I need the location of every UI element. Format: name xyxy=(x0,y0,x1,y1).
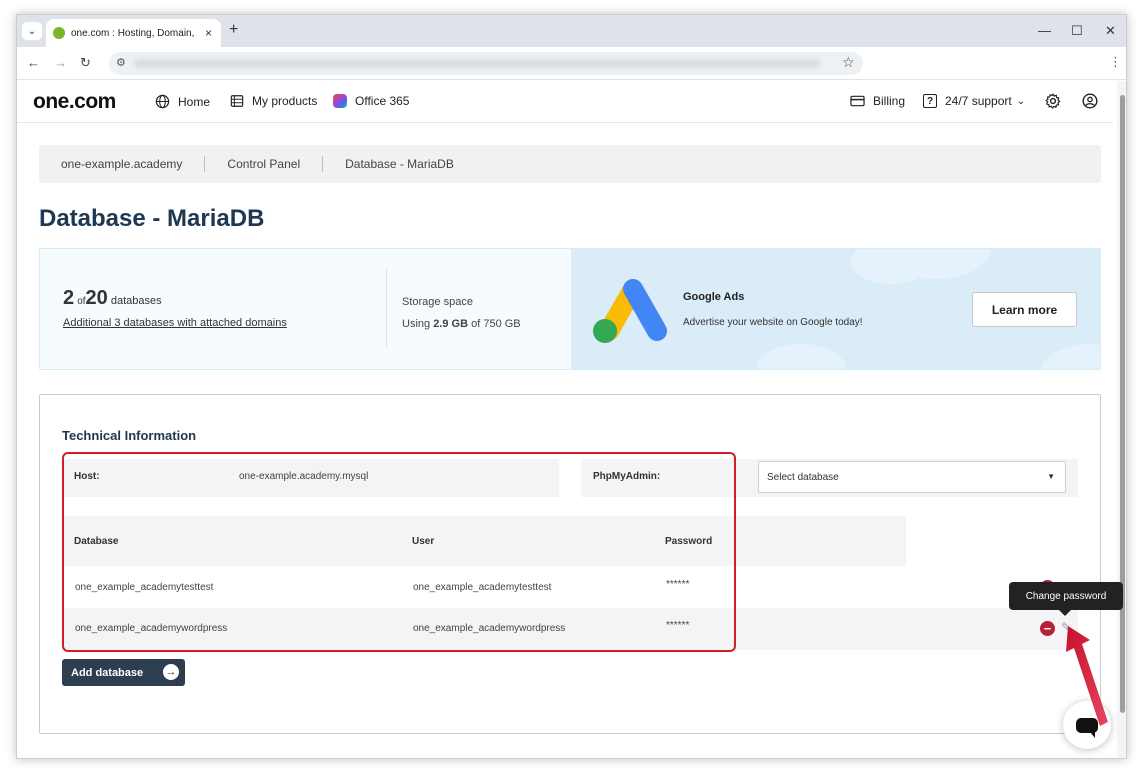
google-ads-logo-icon xyxy=(593,279,667,343)
page-title: Database - MariaDB xyxy=(39,205,265,232)
db-used-count: 2 xyxy=(63,287,75,309)
credit-card-icon xyxy=(850,95,865,107)
google-ads-banner: Google Ads Advertise your website on Goo… xyxy=(571,249,1100,369)
ad-subtitle: Advertise your website on Google today! xyxy=(683,317,863,328)
nav-billing[interactable]: Billing xyxy=(850,94,905,108)
storage-used: 2.9 GB xyxy=(433,318,469,330)
minimize-icon[interactable]: — xyxy=(1038,23,1051,38)
nav-office-365-label: Office 365 xyxy=(355,94,410,108)
select-database-dropdown[interactable]: Select database ▼ xyxy=(758,461,1066,493)
nav-support-label: 24/7 support xyxy=(945,94,1012,108)
breadcrumb-current: Database - MariaDB xyxy=(345,157,454,171)
maximize-icon[interactable]: ☐ xyxy=(1071,23,1083,39)
tab-search-icon[interactable]: ⌄ xyxy=(22,22,42,40)
reload-icon[interactable]: ↻ xyxy=(80,55,91,71)
nav-my-products-label: My products xyxy=(252,94,318,108)
change-password-tooltip: Change password xyxy=(1009,582,1123,610)
new-tab-icon[interactable]: + xyxy=(229,21,238,39)
tab-bar: ⌄ one.com : Hosting, Domain, Email × + —… xyxy=(17,15,1126,47)
settings-gear-icon[interactable] xyxy=(1045,93,1061,109)
forward-icon[interactable]: → xyxy=(54,55,67,70)
office-365-icon xyxy=(333,94,347,108)
database-count: 2 of20 databases xyxy=(63,287,162,310)
breadcrumb-domain[interactable]: one-example.academy xyxy=(61,157,182,171)
products-list-icon xyxy=(230,95,244,107)
technical-information-title: Technical Information xyxy=(62,428,197,443)
tooltip-arrow xyxy=(1058,609,1072,616)
highlight-outline xyxy=(62,452,736,652)
db-unit: databases xyxy=(110,295,162,307)
storage-prefix: Using xyxy=(402,318,431,330)
address-row: ← → ↻ ⚙ ☆ ⋮ xyxy=(17,47,1126,80)
one-com-logo[interactable]: one.com xyxy=(33,90,116,114)
tab-title: one.com : Hosting, Domain, Email xyxy=(71,27,197,39)
learn-more-button[interactable]: Learn more xyxy=(972,292,1077,327)
bookmark-star-icon[interactable]: ☆ xyxy=(842,54,855,71)
help-icon: ? xyxy=(923,94,937,108)
chevron-down-icon: ⌄ xyxy=(1016,95,1026,107)
select-database-value: Select database xyxy=(767,471,839,483)
nav-billing-label: Billing xyxy=(873,94,906,108)
cloud-decoration xyxy=(851,249,931,284)
back-icon[interactable]: ← xyxy=(27,55,40,70)
globe-icon xyxy=(155,94,170,109)
annotation-arrow xyxy=(1066,626,1108,726)
storage-suffix: of 750 GB xyxy=(471,318,521,330)
account-icon[interactable] xyxy=(1082,93,1098,109)
ad-title: Google Ads xyxy=(683,291,745,303)
arrow-right-icon: → xyxy=(163,664,179,680)
nav-office-365[interactable]: Office 365 xyxy=(333,94,409,108)
usage-summary-card: 2 of20 databases Additional 3 databases … xyxy=(39,248,1101,370)
breadcrumb-control-panel[interactable]: Control Panel xyxy=(227,157,300,171)
add-database-label: Add database xyxy=(71,666,144,679)
tab-close-icon[interactable]: × xyxy=(205,26,212,40)
additional-databases-link[interactable]: Additional 3 databases with attached dom… xyxy=(63,317,287,329)
blurred-url xyxy=(134,59,820,68)
favicon-icon xyxy=(53,27,65,39)
nav-home[interactable]: Home xyxy=(155,94,210,109)
add-database-button[interactable]: Add database → xyxy=(62,659,185,686)
breadcrumb-separator xyxy=(322,156,324,172)
storage-usage: Using 2.9 GB of 750 GB xyxy=(402,318,521,330)
browser-tab[interactable]: one.com : Hosting, Domain, Email × xyxy=(46,19,221,47)
db-of-text: of xyxy=(77,296,86,307)
address-bar[interactable]: ⚙ ☆ xyxy=(109,52,863,75)
cloud-decoration xyxy=(1041,344,1100,369)
browser-menu-icon[interactable]: ⋮ xyxy=(1109,54,1122,70)
nav-support[interactable]: ? 24/7 support ⌄ xyxy=(923,94,1025,108)
summary-divider xyxy=(386,269,387,347)
breadcrumb-separator xyxy=(204,156,206,172)
cloud-decoration xyxy=(756,344,846,369)
site-settings-icon[interactable]: ⚙ xyxy=(116,56,126,69)
site-header: one.com Home My products Office 365 Bill… xyxy=(17,81,1113,123)
scrollbar-thumb[interactable] xyxy=(1120,95,1125,713)
close-window-icon[interactable]: ✕ xyxy=(1105,23,1116,39)
nav-home-label: Home xyxy=(178,94,211,109)
breadcrumb: one-example.academy Control Panel Databa… xyxy=(39,145,1101,183)
dropdown-caret-icon: ▼ xyxy=(1047,472,1055,481)
db-total-count: 20 xyxy=(85,287,108,309)
browser-window: ⌄ one.com : Hosting, Domain, Email × + —… xyxy=(16,14,1127,759)
nav-my-products[interactable]: My products xyxy=(230,94,317,108)
storage-label: Storage space xyxy=(402,296,473,308)
